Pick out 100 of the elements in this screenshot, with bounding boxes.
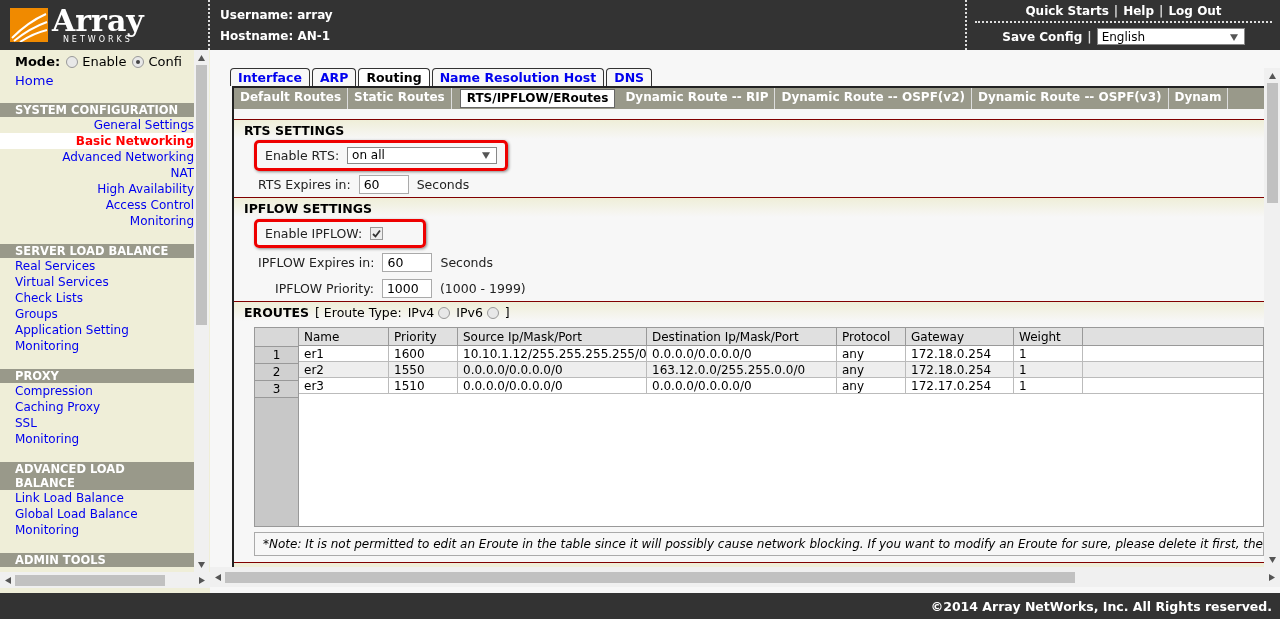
column-header: Name xyxy=(299,328,389,346)
tab[interactable]: ARP xyxy=(311,68,357,86)
scrollbar[interactable] xyxy=(194,50,209,572)
field-label: Enable IPFLOW: xyxy=(265,225,363,241)
scrollbar[interactable] xyxy=(0,572,210,588)
sidebar-item[interactable]: NAT xyxy=(0,165,194,181)
field-label: IPFLOW Expires in: xyxy=(258,254,375,270)
mode-radio[interactable]: Confi xyxy=(132,54,182,69)
checkbox[interactable] xyxy=(370,226,384,240)
table-cell: any xyxy=(837,378,906,394)
scroll-down-arrow-icon xyxy=(1268,556,1276,563)
table-cell: 1 xyxy=(1014,378,1083,394)
sidebar-item[interactable]: Real Services xyxy=(0,258,194,274)
eroute-type-label: [ Eroute Type: xyxy=(315,305,402,320)
table-cell: 172.18.0.254 xyxy=(906,362,1014,378)
table-cell: 1600 xyxy=(389,346,458,362)
row-number: 1 xyxy=(255,347,298,364)
tab[interactable]: Interface xyxy=(230,68,310,86)
save-config-link[interactable]: Save Config xyxy=(1002,29,1083,44)
subtab[interactable]: RTS/IPFLOW/ERoutes xyxy=(459,89,616,108)
scrollbar[interactable] xyxy=(1264,68,1280,567)
sidebar-item[interactable]: Monitoring xyxy=(0,213,194,229)
copyright-text: ©2014 Array NetWorks, Inc. All Rights reserved. xyxy=(0,593,1280,619)
section-title: RTS SETTINGS xyxy=(244,123,345,138)
tab[interactable]: DNS xyxy=(606,68,653,86)
sidebar-item[interactable]: General Settings xyxy=(0,117,194,133)
input-field[interactable]: 1000 xyxy=(381,278,432,298)
header-link[interactable]: Quick Starts xyxy=(1025,4,1109,18)
table-cell: 1 xyxy=(1014,362,1083,378)
username-label: Username: array xyxy=(220,7,334,22)
sidebar-item[interactable]: Application Setting xyxy=(0,322,194,338)
column-header: Gateway xyxy=(906,328,1014,346)
table-cell: 0.0.0.0/0.0.0.0/0 xyxy=(647,346,837,362)
sidebar-item[interactable]: High Availability xyxy=(0,181,194,197)
table-cell: 172.17.0.254 xyxy=(906,378,1014,394)
column-header: Weight xyxy=(1014,328,1083,346)
sidebar-item[interactable]: Check Lists xyxy=(0,290,194,306)
table-cell: 163.12.0.0/255.255.0.0/0 xyxy=(647,362,837,378)
scrollbar-thumb[interactable] xyxy=(196,65,207,325)
column-header: Destination Ip/Mask/Port xyxy=(647,328,837,346)
unit-label: Seconds xyxy=(440,254,493,270)
sidebar-item[interactable]: Caching Proxy xyxy=(0,399,194,415)
scroll-right-arrow-icon xyxy=(1269,573,1276,581)
mode-radio[interactable]: Enable xyxy=(66,54,127,69)
sidebar-section-title: PROXY xyxy=(0,369,194,383)
caret-icon xyxy=(482,151,491,159)
tab[interactable]: Name Resolution Host xyxy=(431,68,605,86)
logo-tagline: NETWORKS xyxy=(62,36,133,44)
unit-label: Seconds xyxy=(416,176,470,192)
sidebar-item[interactable]: Global Load Balance xyxy=(0,506,194,522)
scroll-up-arrow-icon xyxy=(198,54,205,61)
field-label: Enable RTS: xyxy=(265,147,340,163)
scroll-down-arrow-icon xyxy=(198,561,205,568)
sidebar-item[interactable]: Link Load Balance xyxy=(0,490,194,506)
row-number: 2 xyxy=(255,364,298,381)
sidebar-item[interactable]: Compression xyxy=(0,383,194,399)
row-number: 3 xyxy=(255,381,298,398)
link-separator: | xyxy=(1113,4,1119,18)
table-cell: 172.18.0.254 xyxy=(906,346,1014,362)
scroll-left-arrow-icon xyxy=(214,573,221,581)
sidebar-item[interactable]: SSL xyxy=(0,415,194,431)
header-link[interactable]: Log Out xyxy=(1168,4,1222,18)
sidebar-item[interactable]: Groups xyxy=(0,306,194,322)
home-link[interactable]: Home xyxy=(0,69,194,88)
sidebar-item[interactable]: Virtual Services xyxy=(0,274,194,290)
column-header: Protocol xyxy=(837,328,906,346)
sidebar-section-title: SERVER LOAD BALANCE xyxy=(0,244,194,258)
scrollbar-thumb[interactable] xyxy=(15,574,165,586)
tab[interactable]: Routing xyxy=(358,68,430,86)
column-header: Source Ip/Mask/Port xyxy=(458,328,647,346)
table-cell: 1510 xyxy=(389,378,458,394)
eroute-type-radio[interactable]: IPv4 xyxy=(407,305,451,320)
table-cell: er3 xyxy=(299,378,389,394)
caret-icon xyxy=(1229,32,1238,41)
sidebar-item[interactable]: Monitoring xyxy=(0,522,194,538)
sidebar-item[interactable]: Monitoring xyxy=(0,431,194,447)
field-label: RTS Expires in: xyxy=(258,176,351,192)
language-select[interactable]: English xyxy=(1096,28,1245,45)
sidebar-item[interactable]: Monitoring xyxy=(0,338,194,354)
table-cell: 0.0.0.0/0.0.0.0/0 xyxy=(647,378,837,394)
section-title: IPFLOW SETTINGS xyxy=(244,201,372,216)
table-cell: 1 xyxy=(1014,346,1083,362)
sidebar-item[interactable]: Advanced Networking xyxy=(0,149,194,165)
column-header: Priority xyxy=(389,328,458,346)
sidebar-item[interactable]: Access Control xyxy=(0,197,194,213)
input-field[interactable]: 60 xyxy=(382,252,433,272)
rts-select[interactable]: on all xyxy=(347,146,498,164)
table-cell: 0.0.0.0/0.0.0.0/0 xyxy=(458,378,647,394)
scrollbar[interactable] xyxy=(210,567,1280,587)
input-field[interactable]: 60 xyxy=(358,174,409,194)
scroll-left-arrow-icon xyxy=(4,576,11,584)
table-cell: any xyxy=(837,346,906,362)
header-link[interactable]: Help xyxy=(1123,4,1155,18)
eroute-type-radio[interactable]: IPv6 xyxy=(456,305,499,320)
logo-wordmark: Array xyxy=(52,6,144,36)
scrollbar-thumb[interactable] xyxy=(225,571,1075,583)
sidebar-item[interactable]: Basic Networking xyxy=(0,133,194,149)
scrollbar-thumb[interactable] xyxy=(1266,83,1278,203)
field-label: IPFLOW Priority: xyxy=(275,280,374,296)
range-label: (1000 - 1999) xyxy=(439,280,526,296)
